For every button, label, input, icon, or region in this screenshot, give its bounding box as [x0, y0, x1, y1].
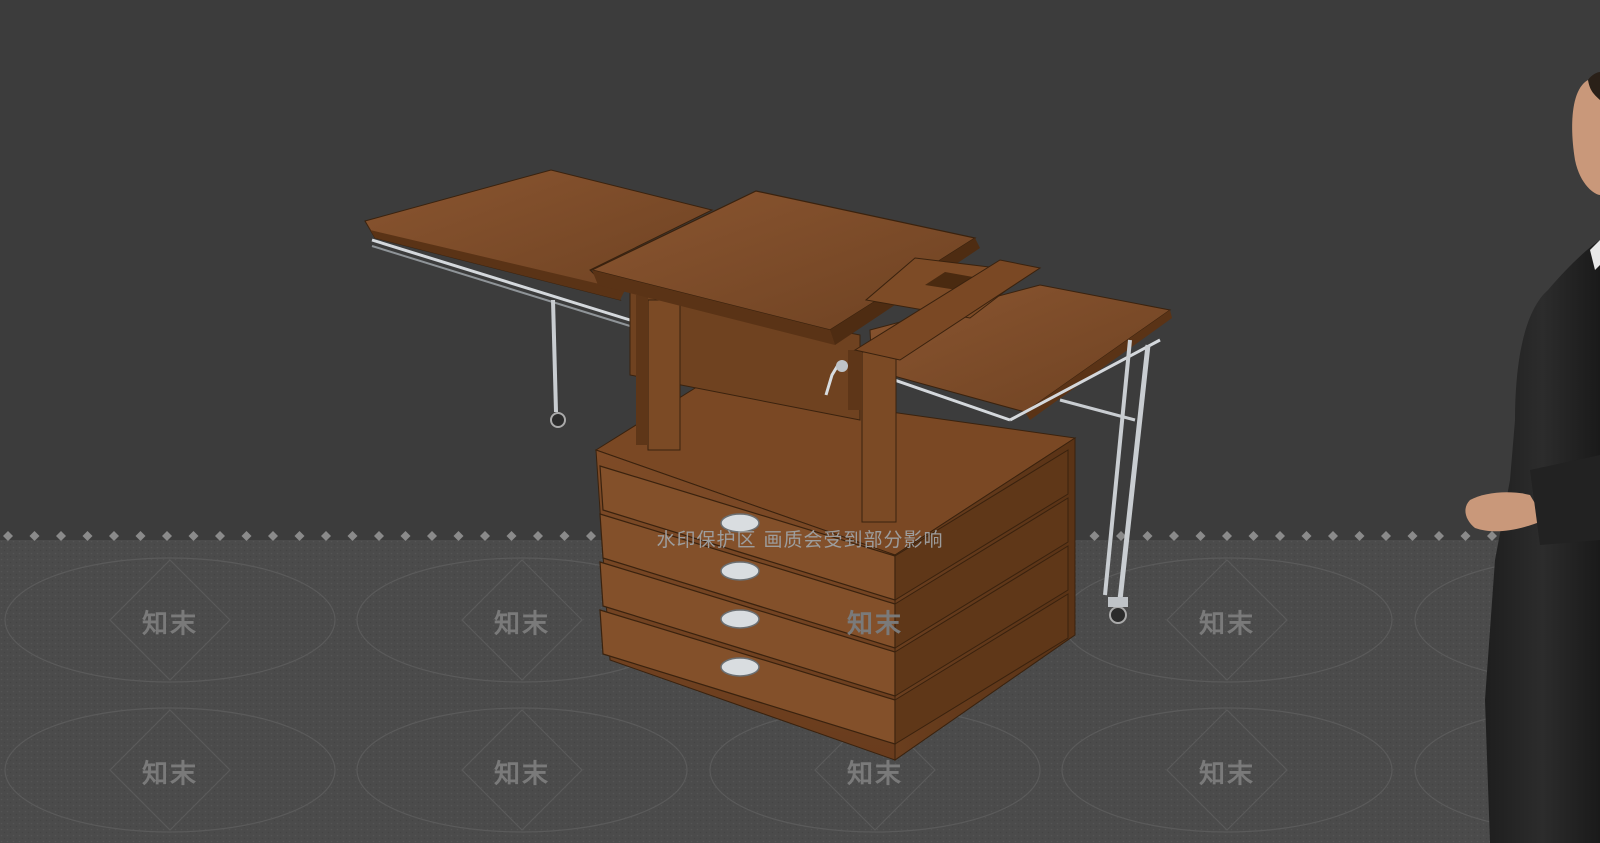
watermark-diamond	[1487, 531, 1497, 541]
watermark-diamond	[162, 531, 172, 541]
watermark-diamond	[374, 531, 384, 541]
watermark-diamond	[453, 531, 464, 541]
watermark-diamond	[400, 531, 411, 541]
watermark-diamond	[1169, 531, 1179, 541]
watermark-diamond	[1301, 531, 1312, 541]
watermark-diamond	[294, 531, 305, 541]
watermark-diamond	[1407, 531, 1418, 541]
scene	[0, 72, 1600, 843]
watermark-diamond	[1222, 531, 1232, 541]
watermark-diamond	[1089, 531, 1100, 541]
watermark-diamond	[268, 531, 278, 541]
watermark-diamond	[1248, 531, 1259, 541]
watermark-diamond	[135, 531, 146, 541]
watermark-diamond	[1328, 531, 1338, 541]
watermark-diamond	[1381, 531, 1391, 541]
watermark-diamond	[1434, 531, 1444, 541]
watermark-diamond	[347, 531, 358, 541]
watermark-diamond	[3, 531, 13, 541]
watermark-diamond	[506, 531, 517, 541]
drawer-handle[interactable]	[720, 609, 760, 629]
watermark-diamond	[215, 531, 225, 541]
watermark-diamond	[1275, 531, 1285, 541]
watermark-diamond	[56, 531, 66, 541]
watermark-diamond	[533, 531, 543, 541]
watermark-diamond	[1460, 531, 1471, 541]
watermark-diamond	[480, 531, 490, 541]
watermark-diamond	[1354, 531, 1365, 541]
watermark-diamond	[586, 531, 596, 541]
watermark-diamond	[1195, 531, 1206, 541]
watermark-diamond	[109, 531, 119, 541]
watermark-diamond	[1142, 531, 1153, 541]
watermark-diamond	[241, 531, 252, 541]
watermark-diamond	[427, 531, 437, 541]
watermark-diamond	[188, 531, 199, 541]
watermark-diamond	[559, 531, 570, 541]
drawer-handle[interactable]	[720, 657, 760, 677]
drawer-handle[interactable]	[720, 513, 760, 533]
watermark-diamond	[321, 531, 331, 541]
watermark-diamond	[29, 531, 40, 541]
watermark-diamond	[82, 531, 93, 541]
drawer-handle[interactable]	[720, 561, 760, 581]
